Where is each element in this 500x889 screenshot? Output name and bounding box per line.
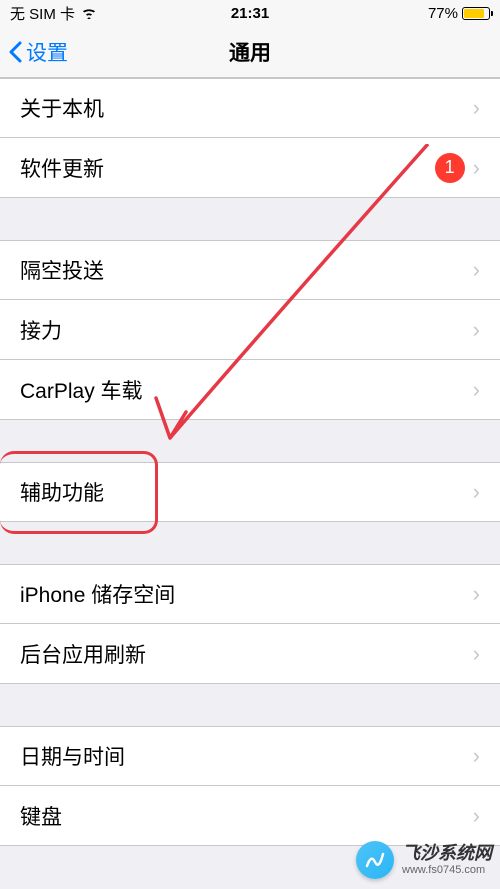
- row-label: iPhone 储存空间: [20, 579, 465, 609]
- status-left: 无 SIM 卡: [10, 3, 97, 24]
- back-button[interactable]: 设置: [8, 37, 68, 67]
- watermark: 飞沙系统网 www.fs0745.com: [356, 841, 492, 879]
- group-4: iPhone 储存空间 › 后台应用刷新 ›: [0, 564, 500, 684]
- status-bar: 无 SIM 卡 21:31 77%: [0, 0, 500, 26]
- watermark-logo-icon: [356, 841, 394, 879]
- row-date-time[interactable]: 日期与时间 ›: [0, 726, 500, 786]
- chevron-right-icon: ›: [473, 581, 480, 607]
- row-label: 关于本机: [20, 93, 465, 123]
- row-label: 辅助功能: [20, 477, 465, 507]
- chevron-left-icon: [8, 41, 22, 63]
- row-keyboard[interactable]: 键盘 ›: [0, 786, 500, 846]
- row-software-update[interactable]: 软件更新 1 ›: [0, 138, 500, 198]
- row-label: 接力: [20, 315, 465, 345]
- nav-bar: 设置 通用: [0, 26, 500, 78]
- group-3: 辅助功能 ›: [0, 462, 500, 522]
- row-label: 软件更新: [20, 153, 435, 183]
- row-label: CarPlay 车载: [20, 375, 465, 405]
- row-label: 日期与时间: [20, 741, 465, 771]
- row-storage[interactable]: iPhone 储存空间 ›: [0, 564, 500, 624]
- row-about[interactable]: 关于本机 ›: [0, 78, 500, 138]
- chevron-right-icon: ›: [473, 377, 480, 403]
- group-2: 隔空投送 › 接力 › CarPlay 车载 ›: [0, 240, 500, 420]
- back-label: 设置: [26, 37, 68, 67]
- chevron-right-icon: ›: [473, 803, 480, 829]
- carrier-text: 无 SIM 卡: [10, 3, 75, 24]
- row-handoff[interactable]: 接力 ›: [0, 300, 500, 360]
- chevron-right-icon: ›: [473, 257, 480, 283]
- row-label: 隔空投送: [20, 255, 465, 285]
- row-label: 后台应用刷新: [20, 639, 465, 669]
- status-right: 77%: [428, 5, 490, 22]
- chevron-right-icon: ›: [473, 95, 480, 121]
- watermark-title: 飞沙系统网: [402, 844, 492, 864]
- row-label: 键盘: [20, 801, 465, 831]
- chevron-right-icon: ›: [473, 479, 480, 505]
- row-carplay[interactable]: CarPlay 车载 ›: [0, 360, 500, 420]
- battery-percent: 77%: [428, 5, 458, 22]
- row-airdrop[interactable]: 隔空投送 ›: [0, 240, 500, 300]
- chevron-right-icon: ›: [473, 317, 480, 343]
- chevron-right-icon: ›: [473, 155, 480, 181]
- watermark-url: www.fs0745.com: [402, 864, 492, 876]
- row-accessibility[interactable]: 辅助功能 ›: [0, 462, 500, 522]
- group-1: 关于本机 › 软件更新 1 ›: [0, 78, 500, 198]
- chevron-right-icon: ›: [473, 743, 480, 769]
- status-time: 21:31: [231, 5, 269, 22]
- wifi-icon: [81, 7, 97, 19]
- page-title: 通用: [229, 37, 271, 67]
- battery-icon: [462, 7, 490, 20]
- chevron-right-icon: ›: [473, 641, 480, 667]
- notification-badge: 1: [435, 153, 465, 183]
- group-5: 日期与时间 › 键盘 ›: [0, 726, 500, 846]
- row-background-refresh[interactable]: 后台应用刷新 ›: [0, 624, 500, 684]
- watermark-text: 飞沙系统网 www.fs0745.com: [402, 844, 492, 876]
